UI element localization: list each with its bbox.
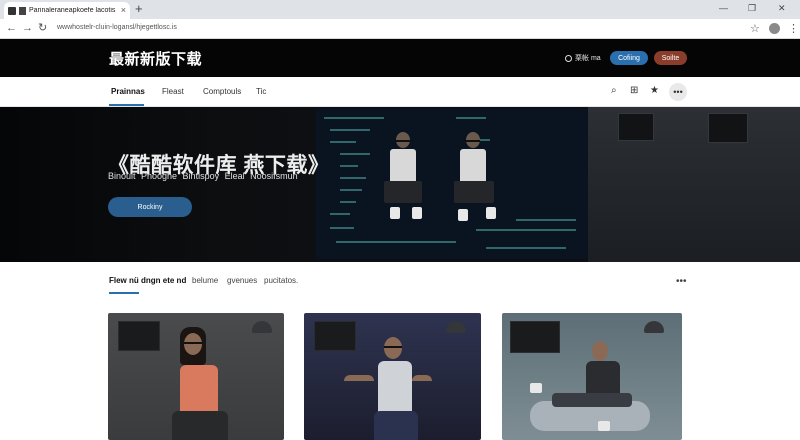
content-more-icon[interactable]: ••• [676, 276, 687, 287]
hero-shade [0, 107, 320, 262]
hero-banner: 《酷酷软件库 燕下载》 Binoult Pnooghe Bintispoy El… [0, 107, 800, 262]
nav-tab-3[interactable]: Comptouls [203, 87, 241, 96]
video-card-1[interactable] [108, 313, 284, 440]
nav-tab-4[interactable]: Tic [256, 87, 266, 96]
close-window-icon[interactable]: ✕ [778, 3, 786, 13]
hero-subtitle: Binoult Pnooghe Bintispoy Eleal Noosifsm… [108, 171, 298, 181]
hero-code-background [316, 109, 588, 259]
bookmark-star-icon[interactable]: ☆ [750, 22, 760, 35]
content-tab-2[interactable]: belume [192, 276, 218, 285]
browser-menu-icon[interactable]: ⋮ [788, 22, 799, 35]
tab-favicon-icon [8, 6, 16, 15]
more-options-button[interactable]: ••• [669, 83, 687, 101]
language-selector[interactable]: 栗帐 ma [565, 53, 601, 63]
primary-header-button[interactable]: Cofiing [610, 51, 648, 65]
hero-room-background [588, 107, 800, 262]
reload-icon[interactable]: ↻ [38, 22, 47, 34]
tab-title: Parinaleraneapkoefe lacotis [29, 7, 116, 14]
nav-tab-1[interactable]: Prainnas [111, 87, 145, 96]
grid-icon[interactable]: ⊞ [630, 85, 638, 97]
site-header: 最新新版下载 栗帐 ma Cofiing Soilte [0, 39, 800, 77]
address-bar: ← → ↻ wwwhostelr-cluin-logansl/hjegettlo… [0, 19, 800, 39]
forward-icon[interactable]: → [22, 22, 33, 34]
nav-tab-2[interactable]: Fleast [162, 87, 184, 96]
site-logo[interactable]: 最新新版下载 [109, 48, 202, 69]
hero-cta-button[interactable]: Rockiny [108, 197, 192, 217]
content-tab-3[interactable]: gvenues [227, 276, 257, 285]
back-icon[interactable]: ← [6, 22, 17, 34]
url-field[interactable]: wwwhostelr-cluin-logansl/hjegettlosc.is [57, 24, 177, 31]
tab-site-icon [19, 6, 26, 15]
profile-avatar[interactable] [769, 23, 780, 34]
globe-icon [565, 54, 572, 62]
language-label: 栗帐 ma [575, 55, 601, 62]
star-icon[interactable]: ★ [650, 85, 659, 97]
tab-close-icon[interactable]: × [121, 6, 126, 15]
maximize-icon[interactable]: ❐ [748, 3, 756, 13]
minimize-icon[interactable]: — [719, 3, 728, 13]
video-card-3[interactable] [502, 313, 682, 440]
content-tab-4[interactable]: pucitatos. [264, 276, 298, 285]
main-nav: Prainnas Fleast Comptouls Tic ⌕ ⊞ ★ ••• [0, 77, 800, 107]
content-tab-indicator [109, 292, 139, 294]
secondary-header-button[interactable]: Soilte [654, 51, 687, 65]
browser-tab[interactable]: Parinaleraneapkoefe lacotis × [4, 2, 130, 19]
content-tab-1[interactable]: Flew nü dngn ete nd [109, 276, 186, 285]
search-icon[interactable]: ⌕ [611, 85, 617, 97]
active-tab-indicator [109, 104, 144, 106]
browser-tab-bar: Parinaleraneapkoefe lacotis × + — ❐ ✕ [0, 0, 800, 19]
new-tab-button[interactable]: + [135, 2, 143, 16]
content-tabs: Flew nü dngn ete nd belume gvenues pucit… [0, 262, 800, 312]
video-card-2[interactable] [304, 313, 481, 440]
